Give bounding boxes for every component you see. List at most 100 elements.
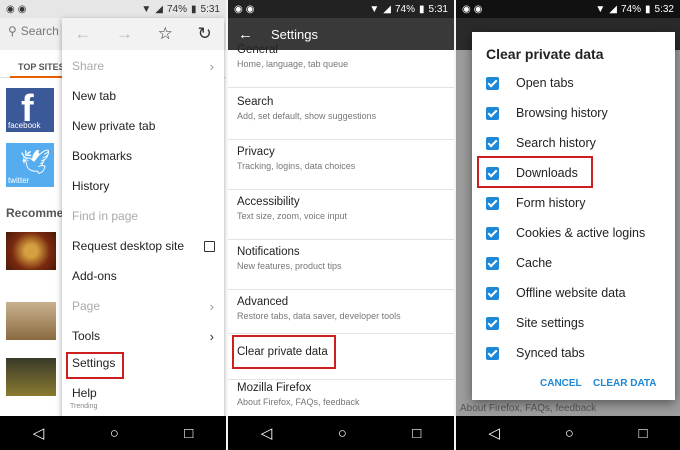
settings-item-accessibility[interactable]: Accessibility Text size, zoom, voice inp… — [228, 196, 454, 240]
signal-icon: ◢ — [609, 3, 617, 15]
menu-item-label: Add-ons — [72, 269, 117, 283]
back-triangle-icon[interactable]: ◁ — [488, 424, 500, 442]
checkbox-checked-icon[interactable] — [486, 286, 499, 300]
menu-item-bookmarks[interactable]: Bookmarks — [62, 141, 224, 171]
panel-clear-data-dialog: ◉ ◉ ▼ ◢ 74% ▮ 5:32 About Firefox, FAQs, … — [456, 0, 680, 450]
settings-item-privacy[interactable]: Privacy Tracking, logins, data choices — [228, 146, 454, 190]
option-downloads[interactable]: Downloads — [486, 160, 578, 186]
search-bar[interactable]: ⚲ Search — [8, 24, 59, 38]
option-form-history[interactable]: Form history — [486, 190, 585, 216]
option-cache[interactable]: Cache — [486, 250, 552, 276]
settings-item-subtitle: Home, language, tab queue — [237, 59, 349, 69]
settings-item-notifications[interactable]: Notifications New features, product tips — [228, 246, 454, 290]
clear-data-button[interactable]: CLEAR DATA — [593, 378, 657, 389]
settings-item-title: Search — [237, 96, 274, 108]
notification-icon: ◉ — [245, 3, 255, 15]
battery-icon: ▮ — [419, 3, 425, 15]
menu-item-help[interactable]: Help Trending — [62, 378, 224, 410]
search-icon: ⚲ — [8, 24, 17, 38]
home-circle-icon[interactable]: ○ — [110, 425, 119, 442]
option-label: Site settings — [516, 316, 585, 330]
menu-item-new-tab[interactable]: New tab — [62, 81, 224, 111]
home-circle-icon[interactable]: ○ — [338, 425, 347, 442]
option-label: Browsing history — [516, 106, 608, 120]
menu-item-history[interactable]: History — [62, 171, 224, 201]
checkbox-checked-icon[interactable] — [486, 136, 499, 150]
cancel-button[interactable]: CANCEL — [540, 378, 582, 389]
checkbox-checked-icon[interactable] — [486, 226, 499, 240]
battery-percent: 74% — [167, 3, 188, 15]
option-search-history[interactable]: Search history — [486, 130, 596, 156]
star-bookmark-icon[interactable]: ☆ — [158, 24, 173, 44]
option-browsing-history[interactable]: Browsing history — [486, 100, 608, 126]
back-arrow-icon[interactable]: ← — [74, 24, 91, 44]
option-label: Cookies & active logins — [516, 226, 646, 240]
option-synced-tabs[interactable]: Synced tabs — [486, 340, 585, 366]
checkbox-checked-icon[interactable] — [486, 316, 499, 330]
search-input[interactable]: Search — [21, 24, 59, 38]
menu-item-tools[interactable]: Tools › — [62, 321, 224, 351]
settings-item-search[interactable]: Search Add, set default, show suggestion… — [228, 96, 454, 140]
overflow-menu: ← → ☆ ↻ Share › New tab New private tab … — [62, 18, 224, 422]
tab-indicator — [10, 76, 70, 78]
checkbox-checked-icon[interactable] — [486, 346, 499, 360]
option-label: Synced tabs — [516, 346, 585, 360]
settings-item-general[interactable]: General Home, language, tab queue — [228, 44, 454, 88]
option-label: Downloads — [516, 166, 578, 180]
back-arrow-icon[interactable]: ← — [238, 26, 253, 43]
recommended-thumbnail[interactable] — [6, 232, 56, 270]
menu-item-find-in-page[interactable]: Find in page — [62, 201, 224, 231]
settings-item-title: Advanced — [237, 296, 289, 308]
recommended-heading: Recomme — [6, 206, 64, 220]
settings-item-mozilla-firefox[interactable]: Mozilla Firefox About Firefox, FAQs, fee… — [228, 382, 454, 416]
checkbox-checked-icon[interactable] — [486, 106, 499, 120]
twitter-bird-icon: 🕊 — [20, 149, 51, 176]
menu-item-request-desktop-site[interactable]: Request desktop site — [62, 231, 224, 261]
checkbox-checked-icon[interactable] — [486, 256, 499, 270]
notification-icon: ◉ — [6, 3, 15, 15]
option-cookies-active-logins[interactable]: Cookies & active logins — [486, 220, 645, 246]
option-label: Cache — [516, 256, 553, 270]
battery-percent: 74% — [621, 3, 642, 15]
recents-square-icon[interactable]: □ — [412, 425, 421, 442]
menu-item-share[interactable]: Share › — [62, 51, 224, 81]
settings-item-title: General — [237, 44, 278, 56]
highlight-box — [66, 352, 124, 379]
settings-item-title: Privacy — [237, 146, 275, 158]
notification-icon: ◉ — [234, 3, 243, 15]
checkbox-checked-icon[interactable] — [486, 166, 499, 180]
recents-square-icon[interactable]: □ — [639, 425, 648, 442]
tab-top-sites[interactable]: TOP SITES — [18, 62, 65, 72]
chevron-right-icon: › — [209, 328, 214, 344]
dialog-title: Clear private data — [486, 46, 604, 62]
recents-square-icon[interactable]: □ — [184, 425, 193, 442]
signal-icon: ◢ — [155, 3, 163, 15]
option-site-settings[interactable]: Site settings — [486, 310, 584, 336]
desktop-site-checkbox[interactable] — [204, 240, 215, 252]
menu-item-label: History — [72, 179, 110, 193]
recommended-thumbnail[interactable] — [6, 358, 56, 396]
back-triangle-icon[interactable]: ◁ — [261, 424, 273, 442]
clear-private-data-dialog: Clear private data Open tabs Browsing hi… — [472, 32, 675, 400]
menu-item-settings[interactable]: Settings — [62, 348, 224, 379]
wifi-icon: ▼ — [595, 3, 606, 15]
settings-item-subtitle: New features, product tips — [237, 261, 342, 271]
option-offline-website-data[interactable]: Offline website data — [486, 280, 626, 306]
checkbox-checked-icon[interactable] — [486, 76, 499, 90]
reload-icon[interactable]: ↻ — [197, 24, 211, 44]
settings-item-advanced[interactable]: Advanced Restore tabs, data saver, devel… — [228, 296, 454, 334]
option-open-tabs[interactable]: Open tabs — [486, 70, 574, 96]
settings-item-title: Mozilla Firefox — [237, 382, 312, 394]
top-site-facebook[interactable]: f facebook — [6, 88, 54, 132]
highlight-box — [232, 335, 336, 369]
recommended-thumbnail[interactable] — [6, 302, 56, 340]
checkbox-checked-icon[interactable] — [486, 196, 499, 210]
home-circle-icon[interactable]: ○ — [565, 425, 574, 442]
menu-item-add-ons[interactable]: Add-ons — [62, 261, 224, 291]
back-triangle-icon[interactable]: ◁ — [33, 424, 45, 442]
menu-item-page[interactable]: Page › — [62, 291, 224, 321]
menu-item-new-private-tab[interactable]: New private tab — [62, 111, 224, 141]
top-site-twitter[interactable]: 🕊 twitter — [6, 143, 54, 187]
menu-item-label: New tab — [72, 89, 117, 103]
forward-arrow-icon[interactable]: → — [116, 24, 133, 44]
